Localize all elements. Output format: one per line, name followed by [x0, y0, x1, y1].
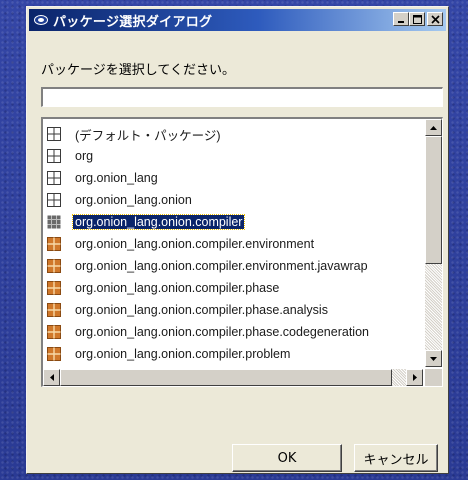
package-icon	[47, 347, 61, 361]
package-label: org	[75, 149, 94, 163]
maximize-button[interactable]	[409, 12, 425, 26]
package-list-item[interactable]: org	[47, 146, 95, 166]
empty-package-icon	[47, 149, 61, 163]
package-list-item[interactable]: org.onion_lang.onion.compiler.environmen…	[47, 234, 316, 254]
minimize-icon	[398, 21, 404, 23]
package-icon	[47, 281, 61, 295]
vertical-scroll-thumb[interactable]	[425, 136, 442, 264]
app-icon	[33, 12, 49, 28]
ok-button[interactable]: OK	[232, 444, 342, 472]
arrow-down-icon	[430, 356, 437, 361]
package-list-item[interactable]: org.onion_lang.onion.compiler.phase.code…	[47, 322, 371, 342]
package-icon	[47, 303, 61, 317]
package-label: org.onion_lang.onion.compiler.phase.anal…	[75, 303, 328, 317]
package-label: (デフォルト・パッケージ)	[75, 128, 221, 143]
empty-package-icon	[47, 127, 61, 141]
scrollbar-corner	[425, 369, 442, 386]
cancel-button[interactable]: キャンセル	[354, 444, 438, 472]
scroll-right-button[interactable]	[406, 369, 423, 386]
package-label: org.onion_lang.onion.compiler.phase.code…	[75, 325, 369, 339]
minimize-button[interactable]	[393, 12, 409, 26]
package-label: org.onion_lang.onion.compiler.environmen…	[75, 259, 368, 273]
package-list-item[interactable]: (デフォルト・パッケージ)	[47, 124, 223, 144]
package-icon	[47, 259, 61, 273]
title-bar[interactable]: パッケージ選択ダイアログ	[29, 9, 446, 31]
package-label: org.onion_lang.onion.compiler	[71, 214, 246, 230]
package-list-item[interactable]: org.onion_lang.onion.compiler.problem	[47, 344, 292, 364]
package-list-item[interactable]: org.onion_lang	[47, 168, 160, 188]
package-label: org.onion_lang	[75, 171, 158, 185]
horizontal-scrollbar[interactable]	[43, 369, 423, 386]
maximize-icon	[412, 14, 422, 24]
arrow-right-icon	[412, 374, 417, 381]
vertical-scrollbar[interactable]	[425, 119, 442, 367]
scroll-down-button[interactable]	[425, 350, 442, 367]
package-label: org.onion_lang.onion.compiler.problem	[75, 347, 291, 361]
package-list-item[interactable]: org.onion_lang.onion	[47, 190, 194, 210]
package-list-items: (デフォルト・パッケージ) org org.onion_lang org.onion_…	[43, 119, 423, 367]
window-title: パッケージ選択ダイアログ	[53, 14, 213, 30]
package-list-item[interactable]: org.onion_lang.onion.compiler.utility	[47, 366, 276, 367]
close-button[interactable]	[427, 12, 443, 26]
package-selection-dialog: パッケージ選択ダイアログ パッケージを選択してください。 (デフォルト・パッケー…	[26, 6, 449, 474]
scroll-up-button[interactable]	[425, 119, 442, 136]
package-list-item[interactable]: org.onion_lang.onion.compiler.phase.anal…	[47, 300, 330, 320]
prompt-label: パッケージを選択してください。	[41, 63, 235, 78]
package-icon	[47, 215, 61, 229]
horizontal-scroll-thumb[interactable]	[60, 369, 392, 386]
package-list-item[interactable]: org.onion_lang.onion.compiler	[47, 212, 246, 232]
package-list-item[interactable]: org.onion_lang.onion.compiler.environmen…	[47, 256, 370, 276]
arrow-left-icon	[49, 374, 54, 381]
package-icon	[47, 325, 61, 339]
package-label: org.onion_lang.onion.compiler.environmen…	[75, 237, 315, 251]
empty-package-icon	[47, 193, 61, 207]
package-list-item[interactable]: org.onion_lang.onion.compiler.phase	[47, 278, 281, 298]
package-list: (デフォルト・パッケージ) org org.onion_lang org.onion_…	[41, 117, 443, 387]
close-icon	[430, 14, 440, 24]
package-label: org.onion_lang.onion	[75, 193, 192, 207]
scroll-left-button[interactable]	[43, 369, 60, 386]
package-label: org.onion_lang.onion.compiler.phase	[75, 281, 280, 295]
package-icon	[47, 237, 61, 251]
empty-package-icon	[47, 171, 61, 185]
package-filter-input[interactable]	[41, 87, 443, 107]
arrow-up-icon	[430, 125, 437, 130]
